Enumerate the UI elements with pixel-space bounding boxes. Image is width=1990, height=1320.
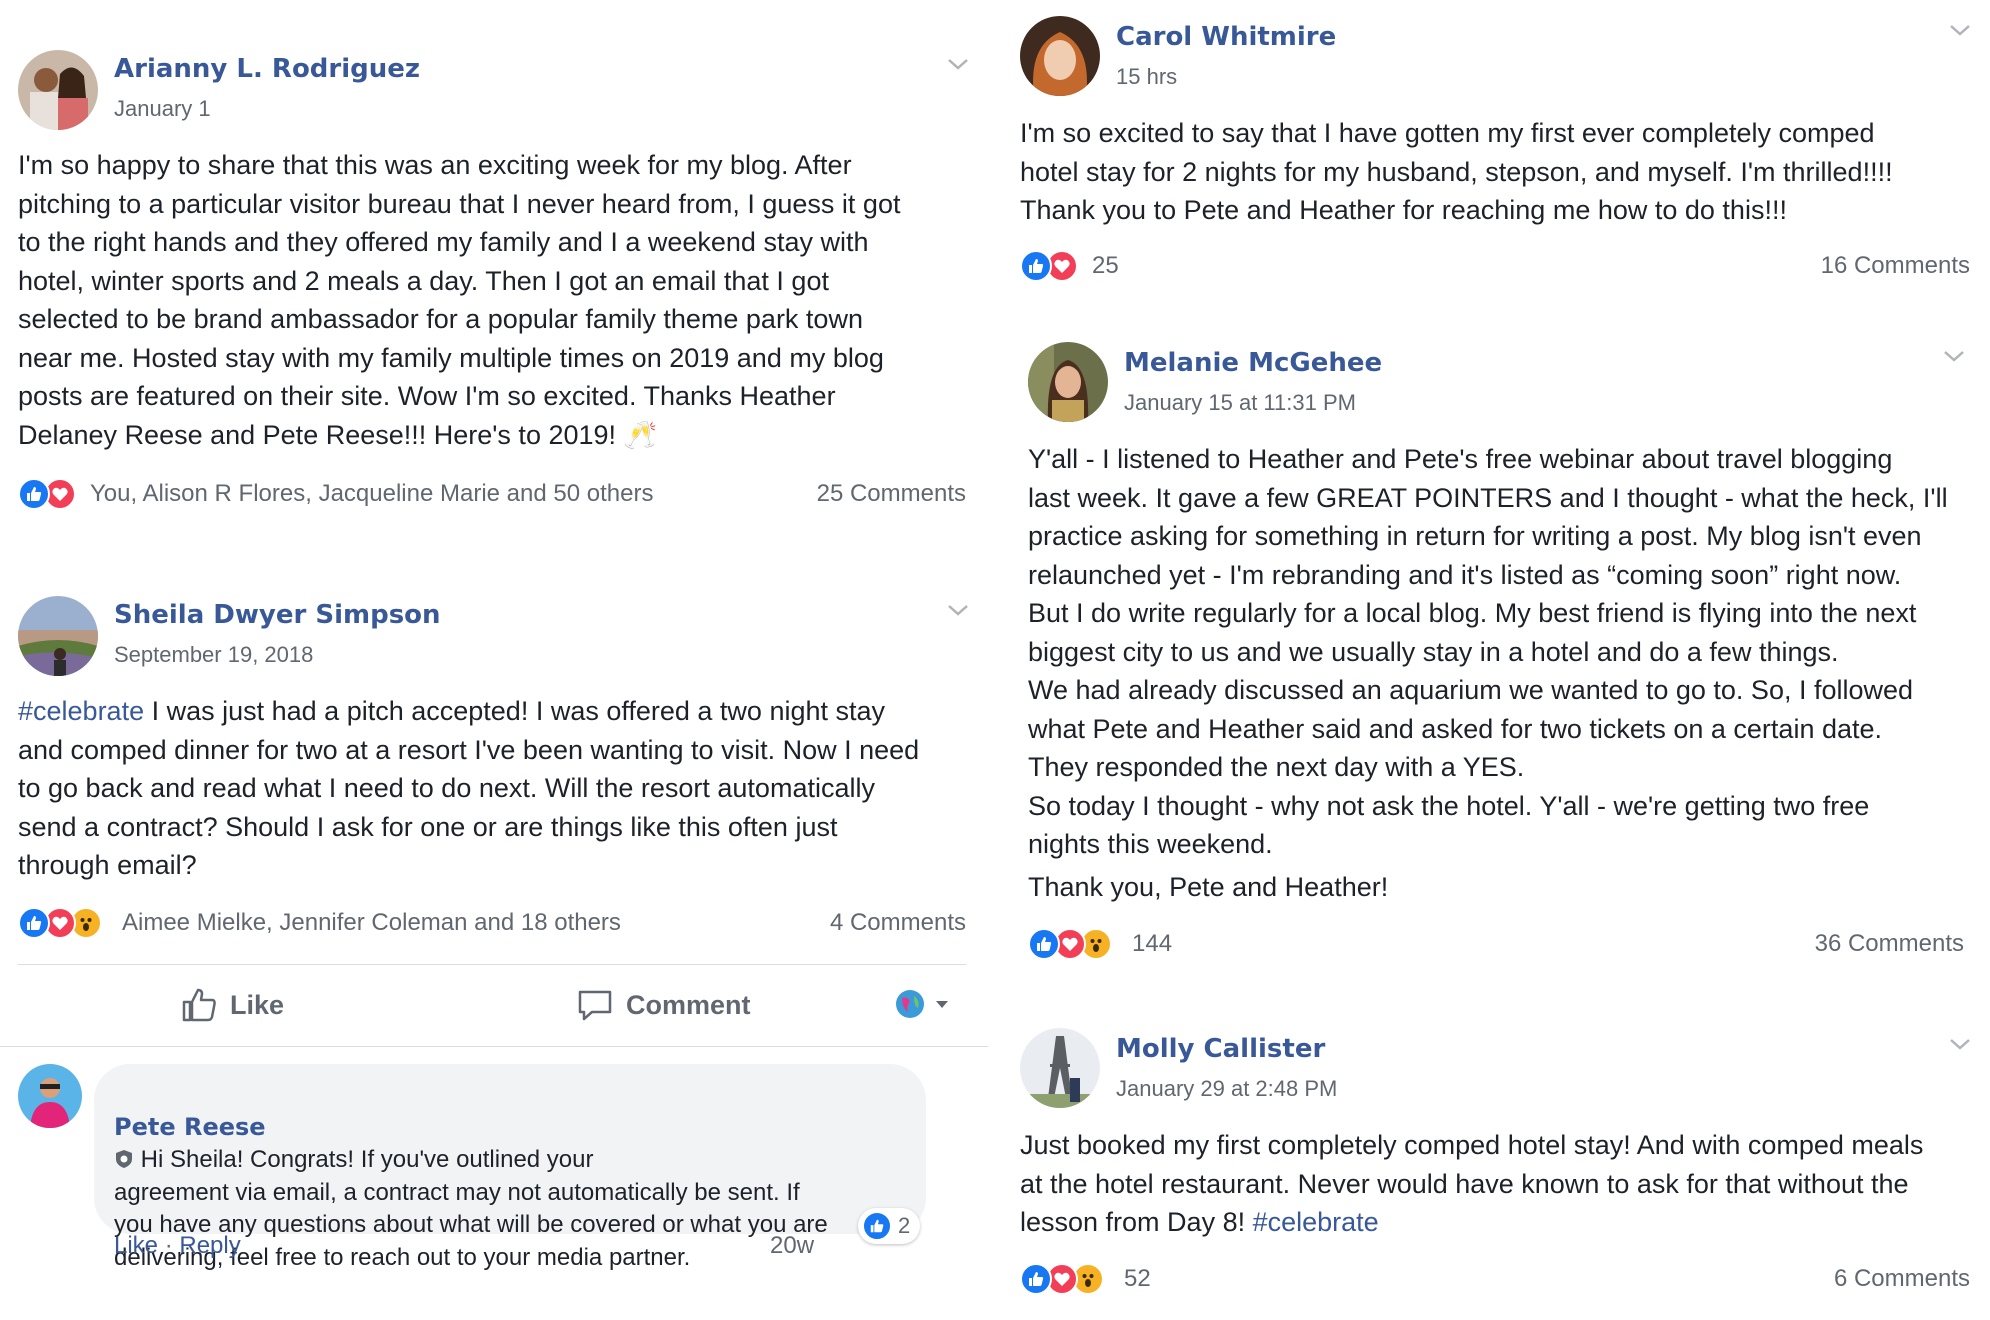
avatar-pete[interactable] [18, 1064, 82, 1128]
post-author-name[interactable]: Sheila Dwyer Simpson [114, 600, 441, 630]
globe-icon [896, 990, 924, 1018]
post-author-name[interactable]: Melanie McGehee [1124, 348, 1382, 378]
post-author-name[interactable]: Molly Callister [1116, 1034, 1325, 1064]
comment-label: Comment [626, 989, 751, 1020]
like-reaction-icon [1020, 250, 1052, 282]
post-timestamp[interactable]: 15 hrs [1116, 64, 1177, 90]
post-text: I was just had a pitch accepted! I was o… [18, 696, 920, 880]
post-body: #celebrate I was just had a pitch accept… [18, 692, 978, 885]
chevron-down-icon[interactable] [1948, 1036, 1972, 1052]
chevron-down-icon[interactable] [1942, 348, 1966, 364]
chevron-down-icon[interactable] [1948, 22, 1972, 38]
post-author-name[interactable]: Arianny L. Rodriguez [114, 54, 420, 84]
hashtag-link[interactable]: #celebrate [1253, 1207, 1379, 1237]
comment-like-link[interactable]: Like [114, 1232, 158, 1259]
comment-actions: Like · Reply [114, 1232, 241, 1260]
comment-reactions[interactable]: 2 [858, 1208, 921, 1244]
thumbs-up-icon [182, 988, 216, 1022]
post-body: Y'all - I listened to Heather and Pete's… [1028, 444, 1948, 859]
avatar-molly[interactable] [1020, 1028, 1100, 1108]
post-timestamp[interactable]: September 19, 2018 [114, 642, 313, 668]
like-reaction-icon [862, 1211, 892, 1241]
separator-dot: · [158, 1232, 180, 1259]
avatar-carol[interactable] [1020, 16, 1100, 96]
admin-shield-icon [116, 1150, 132, 1168]
reaction-icons[interactable] [18, 477, 76, 511]
reaction-selector[interactable] [894, 988, 950, 1020]
reaction-count[interactable]: 144 [1132, 930, 1172, 958]
comment-icon [578, 990, 612, 1021]
reaction-names[interactable]: Aimee Mielke, Jennifer Coleman and 18 ot… [122, 909, 621, 937]
post-timestamp[interactable]: January 29 at 2:48 PM [1116, 1076, 1337, 1102]
reaction-count[interactable]: 25 [1092, 252, 1119, 280]
reaction-icons[interactable] [1020, 249, 1078, 283]
reaction-icons[interactable] [18, 906, 102, 940]
post-timestamp[interactable]: January 15 at 11:31 PM [1124, 390, 1356, 416]
reaction-icons[interactable] [1020, 1262, 1104, 1296]
reaction-names[interactable]: You, Alison R Flores, Jacqueline Marie a… [90, 480, 653, 508]
divider [18, 964, 966, 965]
chevron-down-icon[interactable] [946, 602, 970, 618]
post-text: I'm so happy to share that this was an e… [18, 150, 901, 450]
reaction-icons[interactable] [1028, 927, 1112, 961]
like-reaction-icon [1028, 928, 1060, 960]
clinking-glasses-emoji: 🥂 [623, 419, 658, 450]
comments-count[interactable]: 6 Comments [1834, 1265, 1970, 1293]
post-body: I'm so excited to say that I have gotten… [1020, 118, 1893, 225]
comments-count[interactable]: 4 Comments [830, 909, 966, 937]
avatar-arianny[interactable] [18, 50, 98, 130]
avatar-sheila[interactable] [18, 596, 98, 676]
post-text: Just booked my first completely comped h… [1020, 1130, 1924, 1237]
post-timestamp[interactable]: January 1 [114, 96, 211, 122]
comments-count[interactable]: 16 Comments [1821, 252, 1970, 280]
post-body-closing: Thank you, Pete and Heather! [1028, 872, 1389, 902]
comment-reply-link[interactable]: Reply [179, 1232, 240, 1259]
post-body: I'm so happy to share that this was an e… [18, 146, 978, 454]
comment-author-name[interactable]: Pete Reese [114, 1113, 266, 1141]
comment-button[interactable]: Comment [576, 986, 751, 1024]
divider [0, 1046, 988, 1047]
comments-count[interactable]: 36 Comments [1815, 930, 1964, 958]
comment-reaction-count: 2 [898, 1213, 911, 1238]
avatar-melanie[interactable] [1028, 342, 1108, 422]
like-reaction-icon [18, 478, 50, 510]
chevron-down-icon[interactable] [946, 56, 970, 72]
post-author-name[interactable]: Carol Whitmire [1116, 22, 1336, 52]
like-reaction-icon [18, 907, 50, 939]
comment-timestamp[interactable]: 20w [770, 1232, 814, 1260]
like-label: Like [230, 989, 285, 1020]
like-button[interactable]: Like [180, 986, 284, 1024]
reaction-count[interactable]: 52 [1124, 1265, 1151, 1293]
comments-count[interactable]: 25 Comments [817, 480, 966, 508]
like-reaction-icon [1020, 1263, 1052, 1295]
caret-down-icon [936, 1001, 948, 1008]
hashtag-link[interactable]: #celebrate [18, 696, 144, 726]
post-body: Just booked my first completely comped h… [1020, 1126, 1980, 1242]
